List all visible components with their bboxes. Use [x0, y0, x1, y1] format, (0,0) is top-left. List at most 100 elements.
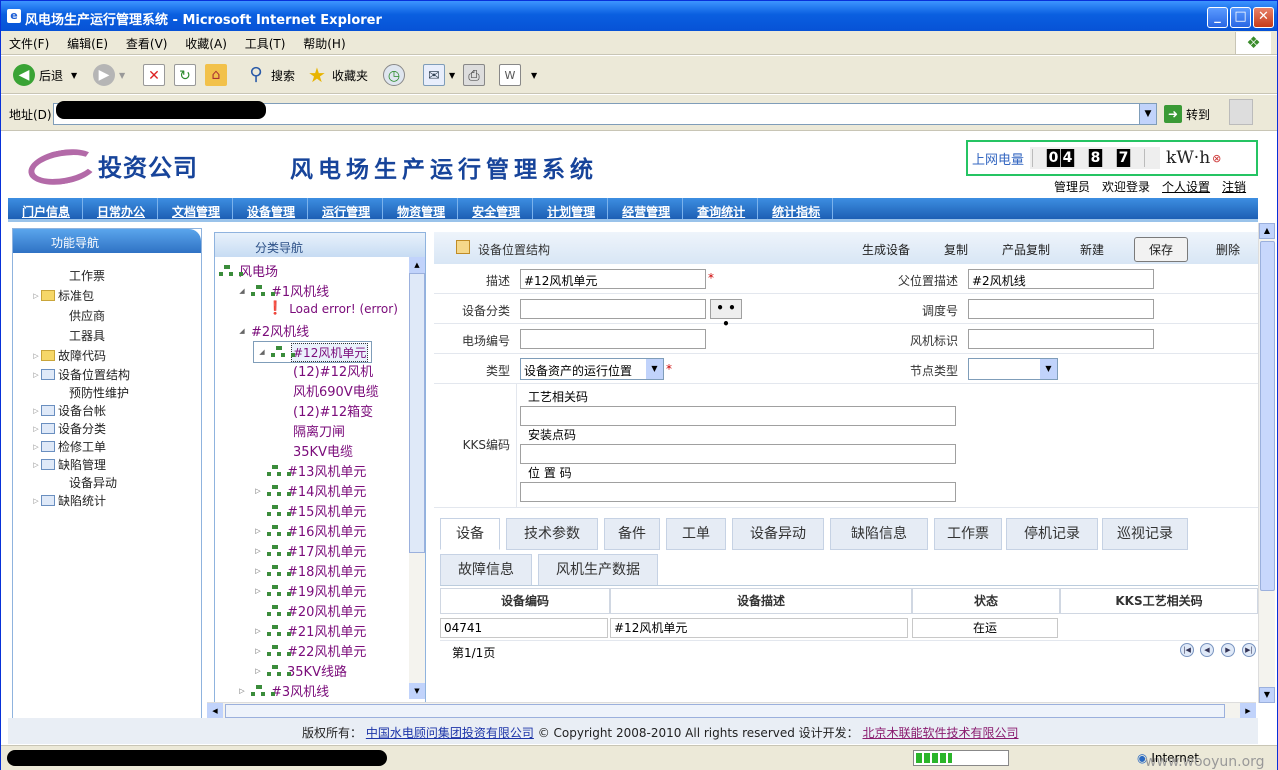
tree-node[interactable]: ◢ #2风机线	[237, 321, 309, 340]
tab-item[interactable]: 备件	[604, 518, 660, 550]
expand-icon[interactable]: ▷	[31, 352, 41, 360]
tree-expand-icon[interactable]: ▷	[253, 547, 263, 555]
tree-node[interactable]: #13风机单元	[253, 461, 366, 480]
tree-expand-icon[interactable]: ▷	[237, 687, 247, 695]
tab-item[interactable]: 设备异动	[732, 518, 824, 550]
forward-button[interactable]: ▶ ▼	[93, 62, 125, 88]
expand-icon[interactable]: ▷	[31, 425, 41, 433]
tree-expand-icon[interactable]: ▷	[253, 527, 263, 535]
tab-item[interactable]: 巡视记录	[1102, 518, 1188, 550]
tree-node[interactable]: (12)#12箱变	[293, 401, 373, 420]
tree-node[interactable]: ◢ #12风机单元	[253, 341, 373, 363]
tab-item[interactable]: 风机生产数据	[538, 554, 658, 586]
type-select[interactable]: 设备资产的运行位置 ▼	[520, 358, 664, 380]
function-nav-item[interactable]: 设备异动	[59, 474, 117, 491]
grid-cell-status[interactable]: 在运	[912, 618, 1058, 638]
tree-node[interactable]: ▷ #17风机单元	[253, 541, 366, 560]
kks-position-input[interactable]	[520, 482, 956, 502]
expand-icon[interactable]: ▷	[31, 292, 41, 300]
tree-vertical-scrollbar[interactable]: ▲ ▼	[409, 257, 425, 699]
nav-item-0[interactable]: 门户信息	[8, 198, 84, 219]
function-nav-item[interactable]: ▷ 设备台帐	[31, 402, 106, 419]
maximize-button[interactable]: □	[1230, 7, 1251, 28]
function-nav-item[interactable]: 供应商	[59, 307, 105, 324]
go-button[interactable]: ➜ 转到	[1164, 105, 1210, 123]
equipment-category-input[interactable]	[520, 299, 706, 319]
tree-node[interactable]: ▷ #14风机单元	[253, 481, 366, 500]
page-horizontal-scrollbar[interactable]: ◀ ▶	[207, 702, 1256, 719]
last-page-icon[interactable]: ▶|	[1242, 643, 1256, 657]
footer-org-link[interactable]: 中国水电顾问集团投资有限公司	[366, 726, 534, 740]
page-scroll-up-icon[interactable]: ▲	[1259, 223, 1275, 239]
function-nav-item[interactable]: ▷ 缺陷统计	[31, 492, 106, 509]
edit-dropdown-icon[interactable]: ▼	[531, 71, 537, 80]
meter-close-icon[interactable]: ⊗	[1212, 152, 1221, 165]
refresh-button[interactable]: ↻	[174, 62, 200, 88]
tree-expand-icon[interactable]: ◢	[257, 348, 267, 356]
tree-node[interactable]: ▷ #22风机单元	[253, 641, 366, 660]
page-scroll-right-icon[interactable]: ▶	[1240, 703, 1256, 719]
page-scroll-thumb[interactable]	[1260, 241, 1275, 591]
personal-settings-link[interactable]: 个人设置	[1162, 178, 1210, 195]
plant-number-input[interactable]	[520, 329, 706, 349]
grid-header-description[interactable]: 设备描述	[610, 588, 912, 614]
close-button[interactable]: ✕	[1253, 7, 1274, 28]
nav-item-10[interactable]: 统计指标	[758, 198, 834, 219]
dispatch-number-input[interactable]	[968, 299, 1154, 319]
minimize-button[interactable]: _	[1207, 7, 1228, 28]
search-button[interactable]: ⚲ 搜索	[245, 62, 295, 88]
expand-icon[interactable]: ▷	[31, 407, 41, 415]
menu-favorites[interactable]: 收藏(A)	[177, 31, 233, 52]
nav-item-4[interactable]: 运行管理	[308, 198, 384, 219]
node-type-select[interactable]: ▼	[968, 358, 1058, 380]
function-nav-item[interactable]: ▷ 设备分类	[31, 420, 106, 437]
function-nav-item[interactable]: ▷ 缺陷管理	[31, 456, 106, 473]
function-nav-item[interactable]: 工器具	[59, 327, 105, 344]
logout-link[interactable]: 注销	[1222, 178, 1246, 195]
tree-expand-icon[interactable]: ▷	[253, 667, 263, 675]
function-nav-item[interactable]: ▷ 故障代码	[31, 347, 106, 364]
tab-item[interactable]: 工单	[666, 518, 726, 550]
product-copy-button[interactable]: 产品复制	[1002, 241, 1050, 258]
tree-expand-icon[interactable]: ◢	[237, 327, 247, 335]
function-nav-item[interactable]: ▷ 标准包	[31, 287, 94, 304]
tab-item[interactable]: 缺陷信息	[830, 518, 928, 550]
first-page-icon[interactable]: |◀	[1180, 643, 1194, 657]
tree-scroll-thumb[interactable]	[409, 273, 425, 553]
function-nav-item[interactable]: ▷ 检修工单	[31, 438, 106, 455]
tab-item[interactable]: 停机记录	[1006, 518, 1098, 550]
grid-header-kks[interactable]: KKS工艺相关码	[1060, 588, 1258, 614]
menu-file[interactable]: 文件(F)	[1, 31, 55, 52]
expand-icon[interactable]: ▷	[31, 461, 41, 469]
expand-icon[interactable]: ▷	[31, 443, 41, 451]
function-nav-item[interactable]: 工作票	[59, 267, 105, 284]
tree-node[interactable]: ▷ #18风机单元	[253, 561, 366, 580]
page-vertical-scrollbar[interactable]: ▲ ▼	[1258, 223, 1275, 703]
fan-identifier-input[interactable]	[968, 329, 1154, 349]
mail-dropdown-icon[interactable]: ▼	[449, 71, 455, 80]
nav-item-9[interactable]: 查询统计	[683, 198, 759, 219]
menu-help[interactable]: 帮助(H)	[295, 31, 351, 52]
tree-node[interactable]: (12)#12风机	[293, 361, 373, 380]
tree-node[interactable]: 隔离刀闸	[293, 421, 345, 440]
tree-expand-icon[interactable]: ▷	[253, 487, 263, 495]
generate-equipment-button[interactable]: 生成设备	[862, 241, 910, 258]
stop-button[interactable]: ✕	[143, 62, 169, 88]
mail-button[interactable]: ✉ ▼	[423, 62, 455, 88]
grid-header-code[interactable]: 设备编码	[440, 588, 610, 614]
tree-node[interactable]: ▷ #3风机线	[237, 681, 329, 699]
menu-view[interactable]: 查看(V)	[118, 31, 174, 52]
next-page-icon[interactable]: ▶	[1221, 643, 1235, 657]
save-button[interactable]: 保存	[1134, 237, 1189, 262]
tree-expand-icon[interactable]: ▷	[253, 627, 263, 635]
tab-item[interactable]: 故障信息	[440, 554, 532, 586]
expand-icon[interactable]: ▷	[31, 371, 41, 379]
tree-expand-icon[interactable]: ▷	[253, 567, 263, 575]
menu-edit[interactable]: 编辑(E)	[59, 31, 114, 52]
history-button[interactable]: ◷	[383, 62, 409, 88]
grid-cell-description[interactable]: #12风机单元	[610, 618, 908, 638]
kks-process-input[interactable]	[520, 406, 956, 426]
grid-cell-code[interactable]: 04741	[440, 618, 608, 638]
nav-item-5[interactable]: 物资管理	[383, 198, 459, 219]
tree-node[interactable]: #20风机单元	[253, 601, 366, 620]
